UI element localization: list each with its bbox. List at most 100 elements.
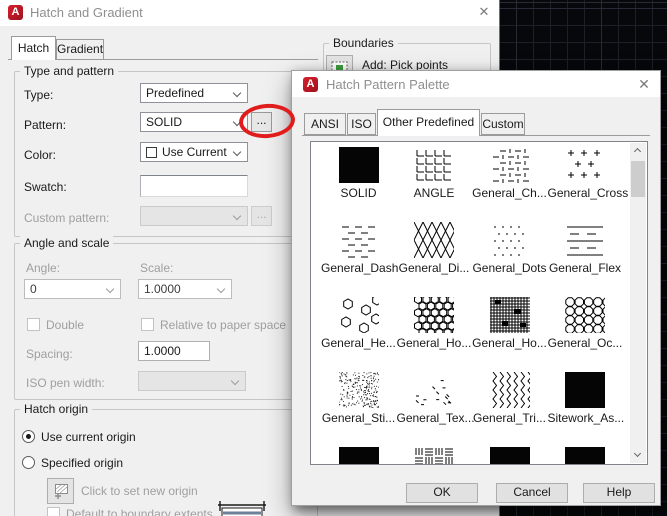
scroll-up-button[interactable] — [630, 143, 646, 159]
pattern-tile[interactable] — [414, 222, 454, 258]
pattern-tile[interactable] — [414, 372, 454, 408]
specified-origin-radio[interactable] — [22, 456, 35, 469]
pattern-item[interactable]: General_Oc... — [548, 297, 623, 350]
pattern-tile[interactable] — [565, 222, 605, 258]
chevron-down-icon — [105, 284, 115, 294]
group-boundaries-legend: Boundaries — [329, 36, 398, 50]
spacing-input[interactable]: 1.0000 — [138, 341, 210, 361]
pattern-combobox[interactable]: SOLID — [140, 112, 248, 132]
color-combobox[interactable]: Use Current — [140, 142, 248, 162]
chevron-down-icon — [633, 449, 642, 458]
relative-to-paper-space-label: Relative to paper space — [160, 318, 287, 332]
pattern-label: General_Oc... — [547, 336, 623, 350]
pattern-item[interactable]: General_Ch... — [472, 147, 547, 200]
pattern-tile[interactable] — [565, 297, 605, 333]
angle-combobox[interactable]: 0 — [24, 279, 121, 299]
pattern-tile[interactable] — [338, 222, 379, 258]
pattern-label: Sitework_As... — [547, 411, 625, 425]
pattern-item[interactable]: General_Tex... — [397, 372, 475, 425]
pattern-item[interactable]: General_Ho... — [472, 297, 547, 350]
specified-origin-label: Specified origin — [41, 456, 124, 470]
scroll-down-button[interactable] — [630, 447, 646, 463]
palette-titlebar[interactable]: A Hatch Pattern Palette ✕ — [292, 71, 660, 97]
pattern-label: General_He... — [321, 336, 396, 350]
chevron-down-icon — [232, 211, 242, 221]
relative-to-paper-space-checkbox[interactable] — [141, 318, 154, 331]
pattern-label: General_Sti... — [321, 411, 396, 425]
pattern-tile[interactable] — [338, 447, 379, 464]
hatch-pattern-palette-dialog: A Hatch Pattern Palette ✕ ANSI ISO Other… — [291, 70, 661, 506]
pattern-tile[interactable] — [489, 297, 530, 333]
radio-dot — [26, 434, 31, 439]
palette-close-button[interactable]: ✕ — [632, 76, 656, 93]
pattern-tile[interactable] — [414, 147, 454, 183]
spacing-label: Spacing: — [26, 347, 73, 361]
pattern-tile[interactable] — [565, 147, 605, 183]
pattern-tile[interactable] — [489, 222, 530, 258]
swatch-label: Swatch: — [24, 180, 67, 194]
pattern-tile[interactable] — [338, 372, 379, 408]
group-angle-and-scale-legend: Angle and scale — [20, 236, 114, 250]
pattern-tile[interactable] — [489, 447, 530, 464]
scale-combobox[interactable]: 1.0000 — [138, 279, 232, 299]
use-current-origin-radio[interactable] — [22, 430, 35, 443]
pattern-item[interactable] — [548, 447, 623, 464]
pattern-item[interactable]: General_Flex — [548, 222, 623, 275]
tab-other-predefined[interactable]: Other Predefined — [377, 109, 480, 136]
autocad-canvas: A Hatch and Gradient ✕ Hatch Gradient Ty… — [0, 0, 667, 516]
main-titlebar[interactable]: A Hatch and Gradient ✕ — [0, 0, 499, 26]
type-combobox[interactable]: Predefined — [140, 83, 248, 103]
pattern-item[interactable]: General_Dash — [321, 222, 398, 275]
pattern-label: General_Tri... — [473, 411, 546, 425]
pattern-item[interactable]: ANGLE — [397, 147, 472, 200]
scrollbar-thumb[interactable] — [631, 161, 645, 197]
pattern-value: SOLID — [146, 115, 183, 129]
pattern-item[interactable] — [321, 447, 396, 464]
pattern-tile[interactable] — [338, 147, 379, 183]
pattern-list-scrollbar[interactable] — [630, 143, 646, 463]
pattern-item[interactable]: General_Sti... — [321, 372, 396, 425]
pattern-item[interactable]: General_Ho... — [397, 297, 472, 350]
pattern-list[interactable]: SOLID ANGLE General_Ch... General_Cross Gene… — [310, 141, 648, 465]
pattern-item[interactable]: SOLID — [321, 147, 396, 200]
pattern-item[interactable] — [397, 447, 472, 464]
group-hatch-origin-legend: Hatch origin — [20, 402, 93, 416]
pattern-tile[interactable] — [565, 372, 605, 408]
tab-ansi[interactable]: ANSI — [304, 113, 346, 135]
pattern-tile[interactable] — [489, 372, 530, 408]
pattern-label: General_Ho... — [396, 336, 472, 350]
set-origin-icon — [55, 483, 68, 499]
pattern-label: General_Ch... — [472, 186, 547, 200]
main-close-button[interactable]: ✕ — [472, 4, 496, 20]
custom-pattern-combobox — [140, 206, 248, 226]
double-checkbox[interactable] — [27, 318, 40, 331]
tab-custom[interactable]: Custom — [481, 113, 525, 135]
angle-value: 0 — [30, 282, 37, 296]
pattern-item[interactable]: General_Dots — [472, 222, 547, 275]
autocad-logo-icon: A — [8, 5, 23, 20]
pattern-item[interactable]: General_Tri... — [472, 372, 547, 425]
pattern-tile[interactable] — [338, 297, 379, 333]
type-label: Type: — [24, 88, 54, 102]
use-current-origin-label: Use current origin — [41, 430, 136, 444]
pattern-tile[interactable] — [489, 147, 530, 183]
cancel-button[interactable]: Cancel — [496, 483, 568, 503]
ok-button[interactable]: OK — [406, 483, 478, 503]
default-boundary-extents-checkbox[interactable] — [47, 507, 60, 516]
pattern-item[interactable]: Sitework_As... — [547, 372, 625, 425]
pattern-tile[interactable] — [414, 447, 454, 464]
pattern-tile[interactable] — [414, 297, 454, 333]
pattern-item[interactable]: General_Cross — [548, 147, 628, 200]
tab-hatch[interactable]: Hatch — [11, 36, 56, 60]
pattern-item[interactable]: General_Di... — [397, 222, 472, 275]
help-button[interactable]: Help — [583, 483, 655, 503]
double-label: Double — [46, 318, 85, 332]
color-label: Color: — [24, 148, 57, 162]
pattern-tile[interactable] — [565, 447, 605, 464]
pattern-label: General_Dots — [472, 261, 547, 275]
tab-iso[interactable]: ISO — [347, 113, 376, 135]
pattern-item[interactable]: General_He... — [321, 297, 396, 350]
pattern-item[interactable] — [472, 447, 547, 464]
tab-gradient[interactable]: Gradient — [56, 39, 104, 60]
swatch-preview[interactable] — [140, 175, 248, 197]
